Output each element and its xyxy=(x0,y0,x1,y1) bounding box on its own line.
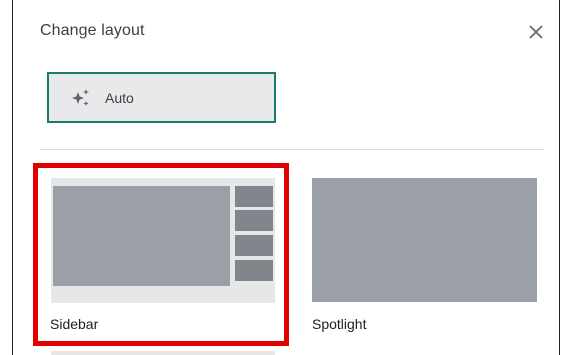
auto-layout-button[interactable]: Auto xyxy=(47,72,276,123)
preview-tile xyxy=(235,235,273,256)
spotlight-layout-preview xyxy=(312,178,537,302)
layout-option-label: Sidebar xyxy=(50,316,99,332)
close-button[interactable] xyxy=(524,20,548,44)
close-icon xyxy=(529,25,543,39)
dialog-border-left xyxy=(12,0,13,355)
next-layout-option-preview xyxy=(51,351,275,355)
layout-option-spotlight[interactable]: Spotlight xyxy=(312,178,537,338)
change-layout-dialog: Change layout Auto Sidebar Spotlight xyxy=(0,0,561,355)
preview-tile xyxy=(235,210,273,231)
layout-option-sidebar[interactable]: Sidebar xyxy=(33,163,289,346)
preview-main-pane xyxy=(53,186,230,286)
sparkle-icon xyxy=(69,86,93,110)
sidebar-layout-preview xyxy=(51,178,275,303)
layout-option-label: Spotlight xyxy=(312,316,367,332)
dialog-title: Change layout xyxy=(40,22,145,39)
preview-tile xyxy=(235,186,273,207)
section-divider xyxy=(40,149,544,150)
dialog-border-right xyxy=(559,0,560,355)
auto-layout-label: Auto xyxy=(105,89,134,106)
preview-tile xyxy=(235,260,273,281)
